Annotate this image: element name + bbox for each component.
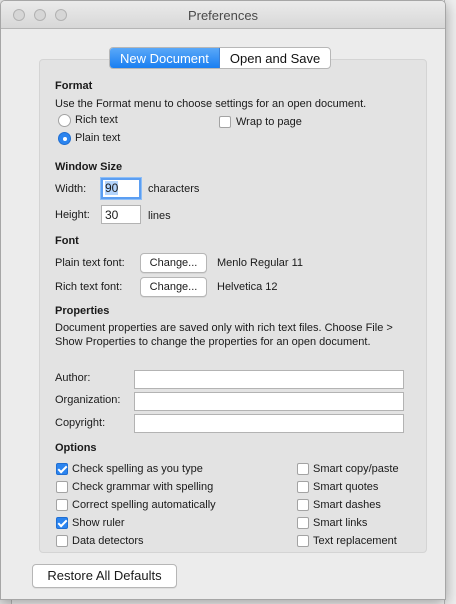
width-label: Width: [55, 183, 87, 195]
rich-text-font-value: Helvetica 12 [217, 281, 278, 293]
height-unit-label: lines [148, 210, 171, 222]
smart-links-checkbox[interactable] [297, 517, 309, 529]
smart-dashes-checkbox[interactable] [297, 499, 309, 511]
organization-field[interactable] [134, 392, 404, 411]
check-grammar-checkbox[interactable] [56, 481, 68, 493]
data-detectors-label: Data detectors [72, 535, 144, 547]
text-replacement-checkbox[interactable] [297, 535, 309, 547]
rich-text-radio[interactable] [58, 114, 71, 127]
check-grammar-label: Check grammar with spelling [72, 481, 214, 493]
copyright-label: Copyright: [55, 417, 106, 429]
show-ruler-checkbox[interactable] [56, 517, 68, 529]
check-spelling-checkbox[interactable] [56, 463, 68, 475]
text-replacement-label: Text replacement [313, 535, 397, 547]
window-size-heading: Window Size [55, 161, 123, 173]
wrap-to-page-checkbox[interactable] [219, 116, 231, 128]
smart-copy-paste-checkbox[interactable] [297, 463, 309, 475]
width-value: 90 [105, 181, 119, 195]
smart-copy-paste-label: Smart copy/paste [313, 463, 399, 475]
smart-links-label: Smart links [313, 517, 368, 529]
copyright-field[interactable] [134, 414, 404, 433]
format-description: Use the Format menu to choose settings f… [55, 98, 367, 110]
data-detectors-checkbox[interactable] [56, 535, 68, 547]
height-label: Height: [55, 209, 90, 221]
change-rich-font-button[interactable]: Change... [140, 277, 207, 297]
correct-spelling-label: Correct spelling automatically [72, 499, 216, 511]
properties-description: Document properties are saved only with … [55, 322, 393, 348]
window-title: Preferences [187, 8, 259, 23]
tab-bar: New Document Open and Save [109, 47, 332, 69]
options-heading: Options [55, 442, 97, 454]
height-field[interactable]: 30 [101, 205, 141, 224]
smart-quotes-checkbox[interactable] [297, 481, 309, 493]
rich-text-label: Rich text [75, 114, 118, 126]
title-bar: Preferences [1, 1, 445, 29]
font-heading: Font [55, 235, 79, 247]
format-heading: Format [55, 80, 93, 92]
rich-text-font-label: Rich text font: [55, 281, 123, 293]
organization-label: Organization: [55, 394, 121, 406]
plain-text-label: Plain text [75, 132, 121, 144]
width-unit-label: characters [148, 183, 200, 195]
correct-spelling-checkbox[interactable] [56, 499, 68, 511]
plain-text-font-value: Menlo Regular 11 [217, 257, 304, 269]
tab-open-and-save[interactable]: Open and Save [220, 48, 330, 68]
author-field[interactable] [134, 370, 404, 389]
change-plain-font-button[interactable]: Change... [140, 253, 207, 273]
smart-dashes-label: Smart dashes [313, 499, 381, 511]
plain-text-radio[interactable] [58, 132, 71, 145]
check-spelling-label: Check spelling as you type [72, 463, 203, 475]
smart-quotes-label: Smart quotes [313, 481, 379, 493]
preferences-window: Preferences New Document Open and Save F… [0, 0, 446, 600]
plain-text-font-label: Plain text font: [55, 257, 125, 269]
show-ruler-label: Show ruler [72, 517, 125, 529]
tab-new-document[interactable]: New Document [110, 48, 220, 68]
properties-heading: Properties [55, 305, 110, 317]
wrap-to-page-label: Wrap to page [236, 116, 302, 128]
width-field[interactable]: 90 [101, 178, 141, 199]
restore-all-defaults-button[interactable]: Restore All Defaults [32, 564, 177, 588]
author-label: Author: [55, 372, 91, 384]
